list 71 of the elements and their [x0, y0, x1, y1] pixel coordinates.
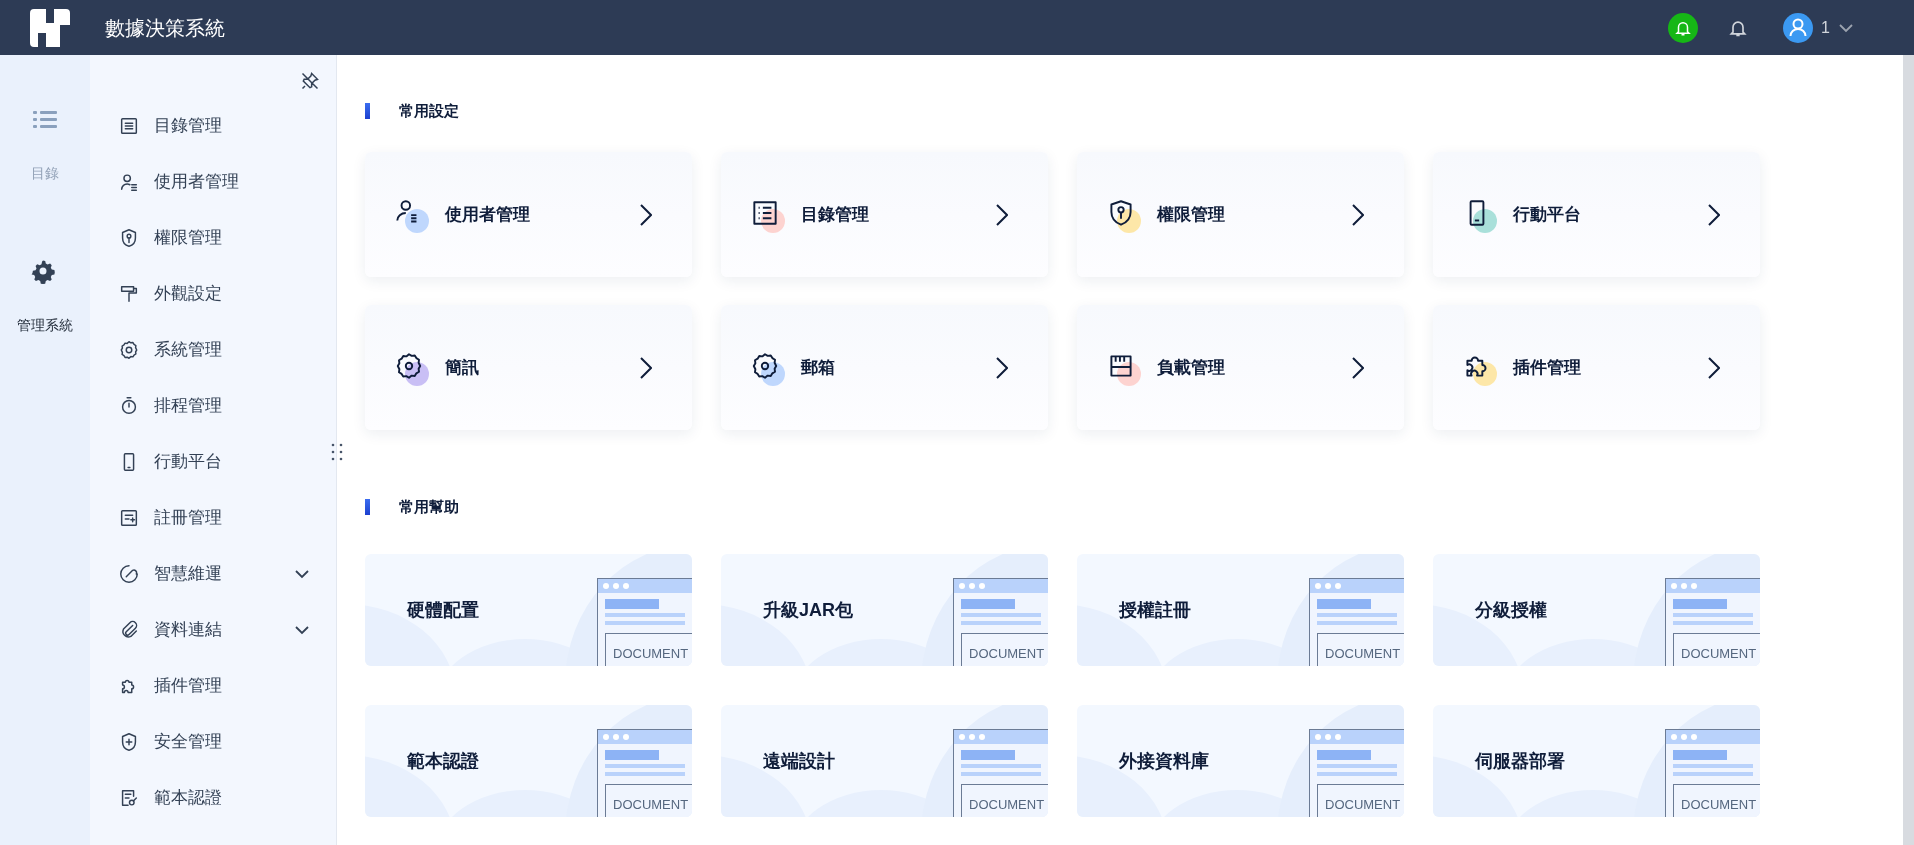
help-title: 分級授權	[1475, 598, 1547, 622]
help-title: 硬體配置	[407, 598, 479, 622]
document-illustration: DOCUMENT	[597, 578, 692, 666]
menu-item[interactable]: 範本認證	[90, 770, 336, 826]
chevron-right-icon	[996, 356, 1008, 379]
logo-icon	[30, 8, 70, 47]
registration-icon	[118, 507, 140, 529]
help-card[interactable]: 授權註冊 DOCUMENT	[1077, 554, 1404, 666]
menu-item[interactable]: 插件管理	[90, 658, 336, 714]
notification-icon[interactable]	[1668, 12, 1699, 43]
help-title: 外接資料庫	[1119, 749, 1209, 773]
shortcut-card[interactable]: 負載管理	[1077, 305, 1404, 430]
menu-item[interactable]: 系統管理	[90, 322, 336, 378]
pin-icon[interactable]	[300, 71, 320, 91]
menu-item[interactable]: 註冊管理	[90, 490, 336, 546]
chevron-right-icon	[1352, 356, 1364, 379]
list-icon	[118, 115, 140, 137]
help-card[interactable]: 遠端設計 DOCUMENT	[721, 705, 1048, 817]
chevron-right-icon	[1708, 356, 1720, 379]
chevron-right-icon	[1352, 203, 1364, 226]
chevron-right-icon	[640, 203, 652, 226]
help-title: 遠端設計	[763, 749, 835, 773]
menu-item[interactable]: 行動平台	[90, 434, 336, 490]
shortcut-card[interactable]: 行動平台	[1433, 152, 1760, 277]
document-illustration: DOCUMENT	[1665, 578, 1760, 666]
chevron-right-icon	[640, 356, 652, 379]
menu-item[interactable]: 權限管理	[90, 210, 336, 266]
user-icon	[118, 171, 140, 193]
document-illustration: DOCUMENT	[1665, 729, 1760, 817]
shortcut-card[interactable]: 簡訊	[365, 305, 692, 430]
shortcut-card[interactable]: 權限管理	[1077, 152, 1404, 277]
scrollbar[interactable]	[1903, 55, 1914, 845]
section-title: 常用幫助	[399, 496, 459, 517]
menu-item[interactable]: 外觀設定	[90, 266, 336, 322]
menu-item[interactable]: 安全管理	[90, 714, 336, 770]
chevron-right-icon	[996, 203, 1008, 226]
shortcut-card[interactable]: 插件管理	[1433, 305, 1760, 430]
shortcut-card[interactable]: 使用者管理	[365, 152, 692, 277]
section-title: 常用設定	[399, 100, 459, 121]
menu-item[interactable]: 排程管理	[90, 378, 336, 434]
settings-icon	[118, 339, 140, 361]
shortcut-card[interactable]: 目錄管理	[721, 152, 1048, 277]
help-title: 伺服器部署	[1475, 749, 1565, 773]
help-card[interactable]: 升級JAR包 DOCUMENT	[721, 554, 1048, 666]
document-illustration: DOCUMENT	[1309, 578, 1404, 666]
chevron-down-icon	[1838, 21, 1854, 34]
menu-item[interactable]: 智慧維運	[90, 546, 336, 602]
menu-item[interactable]: 使用者管理	[90, 154, 336, 210]
drag-handle-icon[interactable]	[331, 442, 343, 462]
help-title: 升級JAR包	[763, 598, 853, 622]
paint-roller-icon	[118, 283, 140, 305]
help-title: 範本認證	[407, 749, 479, 773]
help-card[interactable]: 範本認證 DOCUMENT	[365, 705, 692, 817]
menu-item[interactable]: 目錄管理	[90, 98, 336, 154]
shortcut-card[interactable]: 郵箱	[721, 305, 1048, 430]
chevron-right-icon	[1708, 203, 1720, 226]
section-marker	[365, 103, 370, 119]
help-title: 授權註冊	[1119, 598, 1191, 622]
rail-tab[interactable]: 管理系統	[17, 259, 73, 336]
document-illustration: DOCUMENT	[597, 729, 692, 817]
user-menu-button[interactable]: 1	[1783, 12, 1854, 43]
document-illustration: DOCUMENT	[1309, 729, 1404, 817]
help-card[interactable]: 硬體配置 DOCUMENT	[365, 554, 692, 666]
help-card[interactable]: 外接資料庫 DOCUMENT	[1077, 705, 1404, 817]
app-title: 數據決策系統	[105, 15, 225, 41]
menu-item[interactable]: 資料連結	[90, 602, 336, 658]
document-illustration: DOCUMENT	[953, 578, 1048, 666]
document-illustration: DOCUMENT	[953, 729, 1048, 817]
help-card[interactable]: 分級授權 DOCUMENT	[1433, 554, 1760, 666]
help-card[interactable]: 伺服器部署 DOCUMENT	[1433, 705, 1760, 817]
section-marker	[365, 499, 370, 515]
